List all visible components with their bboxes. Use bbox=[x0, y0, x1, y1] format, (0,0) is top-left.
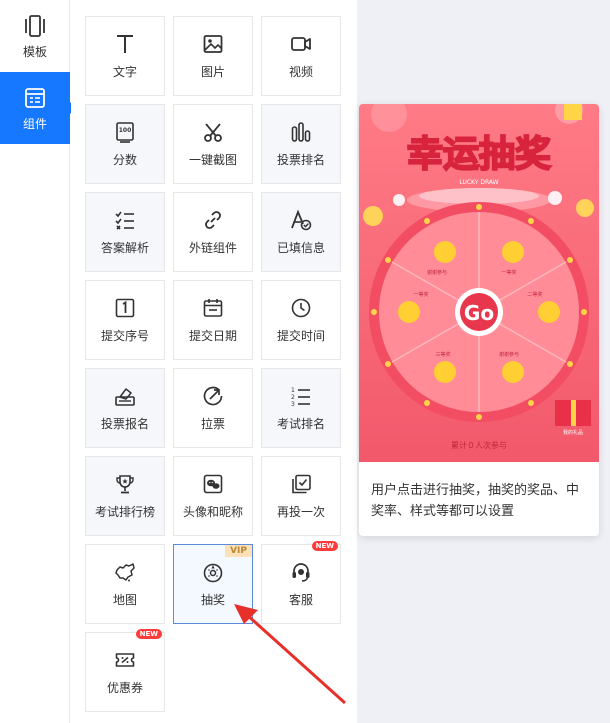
component-vote-signup[interactable]: 投票报名 bbox=[85, 368, 165, 448]
map-icon bbox=[115, 562, 135, 581]
wheel-segment-label: 谢谢参与 bbox=[499, 351, 519, 358]
component-image[interactable]: 图片 bbox=[173, 16, 253, 96]
component-label: 地图 bbox=[112, 592, 137, 607]
wheel-segment-label: 一等奖 bbox=[501, 269, 516, 276]
component-submit-number[interactable]: 提交序号 bbox=[85, 280, 165, 360]
banner-subtitle: LUCKY DRAW bbox=[459, 179, 498, 186]
participant-count: 累计０人次参与 bbox=[451, 440, 507, 450]
component-icon bbox=[25, 87, 45, 108]
banner-title: 幸运抽奖 bbox=[407, 134, 551, 175]
component-exam-ranking[interactable]: 1 2 3 考试排名 bbox=[261, 368, 341, 448]
checklist-icon bbox=[115, 211, 134, 230]
component-label: 考试排名 bbox=[276, 416, 325, 431]
component-label: 拉票 bbox=[200, 416, 225, 431]
component-avatar-nickname[interactable]: 头像和昵称 bbox=[173, 456, 253, 536]
component-label: 抽奖 bbox=[200, 592, 225, 607]
component-label: 提交序号 bbox=[100, 328, 149, 343]
component-screenshot[interactable]: 一键截图 bbox=[173, 104, 253, 184]
lottery-description: 用户点击进行抽奖，抽奖的奖品、中奖率、样式等都可以设置 bbox=[371, 483, 580, 519]
bar-chart-icon bbox=[291, 121, 311, 142]
component-filled-info[interactable]: 已填信息 bbox=[261, 192, 341, 272]
component-coupon[interactable]: NEW 优惠券 bbox=[85, 629, 165, 712]
calendar-icon bbox=[203, 298, 223, 317]
svg-text:2: 2 bbox=[291, 394, 295, 401]
rail-item-label: 组件 bbox=[22, 116, 47, 131]
rail-item-template[interactable]: 模板 bbox=[0, 0, 70, 72]
component-label: 再投一次 bbox=[276, 504, 325, 519]
component-answer-analysis[interactable]: 答案解析 bbox=[85, 192, 165, 272]
preview-stage: 幸运抽奖 LUCKY DRAW 谢谢参与 一等奖 二等奖 谢谢参与 三等奖 一等… bbox=[357, 0, 610, 723]
number-one-icon bbox=[115, 298, 135, 317]
component-label: 文字 bbox=[112, 64, 137, 79]
component-label: 提交日期 bbox=[188, 328, 237, 343]
revote-icon bbox=[292, 474, 311, 493]
scissors-icon bbox=[204, 122, 222, 142]
component-label: 图片 bbox=[200, 64, 225, 79]
avatar-icon bbox=[203, 474, 223, 493]
component-label: 投票排名 bbox=[276, 152, 325, 167]
trophy-icon bbox=[116, 474, 134, 493]
svg-text:100: 100 bbox=[119, 127, 132, 134]
vip-badge: VIP bbox=[225, 545, 252, 557]
component-customer-service[interactable]: NEW 客服 bbox=[261, 541, 341, 624]
wheel-go-button: Go bbox=[464, 301, 494, 325]
component-revote[interactable]: 再投一次 bbox=[261, 456, 341, 536]
wheel-segment-label: 一等奖 bbox=[413, 291, 428, 298]
headset-icon bbox=[292, 562, 310, 582]
component-lottery[interactable]: VIP 抽奖 bbox=[173, 544, 253, 624]
component-label: 头像和昵称 bbox=[182, 504, 243, 519]
component-label: 视频 bbox=[288, 64, 313, 79]
component-label: 优惠券 bbox=[106, 680, 143, 695]
component-label: 客服 bbox=[288, 592, 313, 607]
ballot-box-icon bbox=[115, 387, 135, 406]
component-label: 分数 bbox=[112, 152, 137, 167]
svg-text:1: 1 bbox=[291, 387, 295, 394]
component-map[interactable]: 地图 bbox=[85, 544, 165, 624]
link-icon bbox=[205, 210, 221, 229]
component-canvass[interactable]: 拉票 bbox=[173, 368, 253, 448]
lottery-wheel-icon bbox=[203, 563, 223, 582]
gift-label: 我的礼品 bbox=[563, 429, 583, 436]
component-panel: 文字 图片 视频 100 分数 一键截图 投票排名 答案解析 外链组件 已填信息… bbox=[71, 0, 357, 723]
left-rail: 模板 组件 bbox=[0, 0, 76, 723]
component-score[interactable]: 100 分数 bbox=[85, 104, 165, 184]
image-icon bbox=[203, 34, 223, 53]
numbered-list-icon: 1 2 3 bbox=[291, 387, 310, 407]
component-exam-leaderboard[interactable]: 考试排行榜 bbox=[85, 456, 165, 536]
rail-item-component[interactable]: 组件 bbox=[0, 72, 76, 144]
component-submit-time[interactable]: 提交时间 bbox=[261, 280, 341, 360]
new-badge: NEW bbox=[311, 541, 338, 551]
wheel-segment-label: 谢谢参与 bbox=[427, 269, 447, 276]
filled-info-icon bbox=[291, 209, 312, 230]
component-label: 考试排行榜 bbox=[94, 504, 155, 519]
lottery-preview-card: 幸运抽奖 LUCKY DRAW 谢谢参与 一等奖 二等奖 谢谢参与 三等奖 一等… bbox=[359, 104, 599, 536]
rail-item-label: 模板 bbox=[22, 44, 47, 59]
svg-text:3: 3 bbox=[291, 401, 295, 407]
score-icon: 100 bbox=[116, 121, 134, 143]
component-label: 一键截图 bbox=[188, 152, 237, 167]
component-label: 答案解析 bbox=[100, 240, 149, 255]
text-icon bbox=[117, 34, 133, 53]
component-label: 外链组件 bbox=[188, 240, 237, 255]
component-label: 提交时间 bbox=[276, 328, 325, 343]
lottery-preview-image: 幸运抽奖 LUCKY DRAW 谢谢参与 一等奖 二等奖 谢谢参与 三等奖 一等… bbox=[359, 104, 599, 462]
clock-icon bbox=[291, 298, 311, 317]
new-badge: NEW bbox=[135, 629, 162, 639]
component-external-link[interactable]: 外链组件 bbox=[173, 192, 253, 272]
component-video[interactable]: 视频 bbox=[261, 16, 341, 96]
wheel-segment-label: 二等奖 bbox=[527, 291, 542, 298]
wheel-segment-label: 三等奖 bbox=[435, 351, 450, 358]
component-vote-ranking[interactable]: 投票排名 bbox=[261, 104, 341, 184]
component-label: 投票报名 bbox=[100, 416, 149, 431]
template-icon bbox=[25, 14, 45, 37]
video-icon bbox=[291, 36, 311, 51]
component-submit-date[interactable]: 提交日期 bbox=[173, 280, 253, 360]
component-text[interactable]: 文字 bbox=[85, 16, 165, 96]
component-label: 已填信息 bbox=[276, 240, 325, 255]
coupon-icon bbox=[115, 652, 135, 667]
canvass-icon bbox=[203, 386, 223, 405]
